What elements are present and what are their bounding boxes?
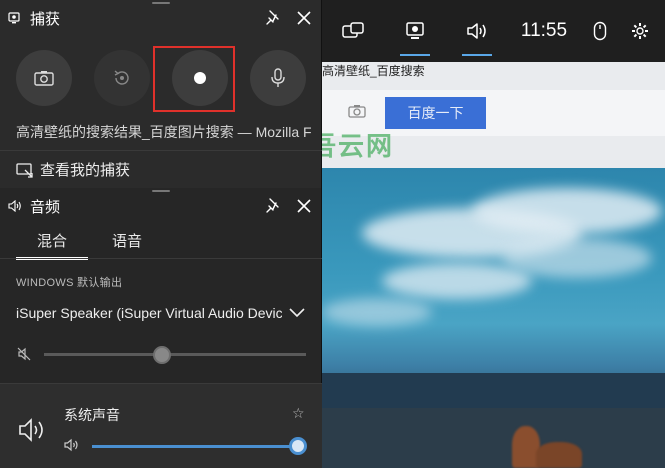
gallery-icon [16,162,33,178]
background-browser: 高清壁纸_百度搜索 百度一下 吾云网 [322,0,665,468]
camera-icon [34,71,54,86]
clock: 11:55 [520,20,568,41]
app-volume-thumb[interactable] [289,437,307,455]
mouse-icon [593,21,607,41]
capture-title: 捕获 [30,10,61,28]
audio-widget-button[interactable] [446,0,508,62]
output-device-select[interactable]: iSuper Speaker (iSuper Virtual Audio Dev… [16,305,306,321]
captured-window-title: 高清壁纸的搜索结果_百度图片搜索 — Mozilla Firefox [16,124,312,140]
capture-icon [406,22,424,39]
capture-small-icon [8,11,22,25]
settings-icon [632,23,648,39]
widget-menu-button[interactable] [322,0,384,62]
microphone-icon [271,68,285,87]
widget-icon [342,22,364,38]
screen: 高清壁纸_百度搜索 百度一下 吾云网 11:55 捕获 高清壁纸的搜索结果_百度… [0,0,665,468]
record-highlight-box [153,46,235,112]
record-last-button[interactable] [94,50,150,106]
pin-icon[interactable] [264,197,282,215]
audio-tabs: 混合 语音 [16,230,166,260]
game-bar-top: 11:55 [322,0,665,62]
output-device-name: iSuper Speaker (iSuper Virtual Audio Dev… [16,305,282,321]
tab-voice[interactable]: 语音 [88,230,166,258]
app-volume-slider[interactable] [92,437,307,455]
baidu-search-button[interactable]: 百度一下 [385,97,486,129]
audio-title: 音频 [30,198,61,216]
system-sounds-icon [19,418,43,442]
screenshot-button[interactable] [16,50,72,106]
audio-header[interactable]: 音频 [0,188,322,224]
wallpaper-image [322,168,665,468]
divider [0,150,322,151]
close-icon[interactable] [294,8,314,28]
browser-tab-title[interactable]: 高清壁纸_百度搜索 [322,62,425,79]
show-captures-link[interactable]: 查看我的捕获 [16,159,130,180]
master-volume-thumb[interactable] [152,346,171,364]
settings-button[interactable] [620,0,660,62]
capture-widget-button[interactable] [384,0,446,62]
microphone-button[interactable] [250,50,306,106]
mute-toggle-icon[interactable] [16,346,32,362]
mouse-settings-button[interactable] [580,0,620,62]
master-volume-slider[interactable] [44,346,306,364]
audio-panel: 音频 混合 语音 WINDOWS 默认输出 iSuper Speaker (iS… [0,188,322,468]
pin-icon[interactable] [264,9,282,27]
capture-header[interactable]: 捕获 [0,0,322,36]
record-last-icon [114,70,129,85]
app-name: 系统声音 [64,407,120,423]
show-captures-label: 查看我的捕获 [40,162,131,179]
audio-small-icon [8,199,22,213]
speaker-icon[interactable] [64,438,80,452]
capture-panel: 捕获 高清壁纸的搜索结果_百度图片搜索 — Mozilla F 查看我的捕获 [0,0,322,188]
close-icon[interactable] [294,196,314,216]
favorite-star-icon[interactable]: ☆ [292,405,305,422]
tab-mix[interactable]: 混合 [16,230,88,260]
app-volume-row [0,384,322,468]
audio-icon [467,23,486,39]
chevron-down-icon [289,308,305,318]
camera-search-icon[interactable] [348,104,366,118]
default-output-label: WINDOWS 默认输出 [16,277,123,289]
divider [0,258,322,259]
